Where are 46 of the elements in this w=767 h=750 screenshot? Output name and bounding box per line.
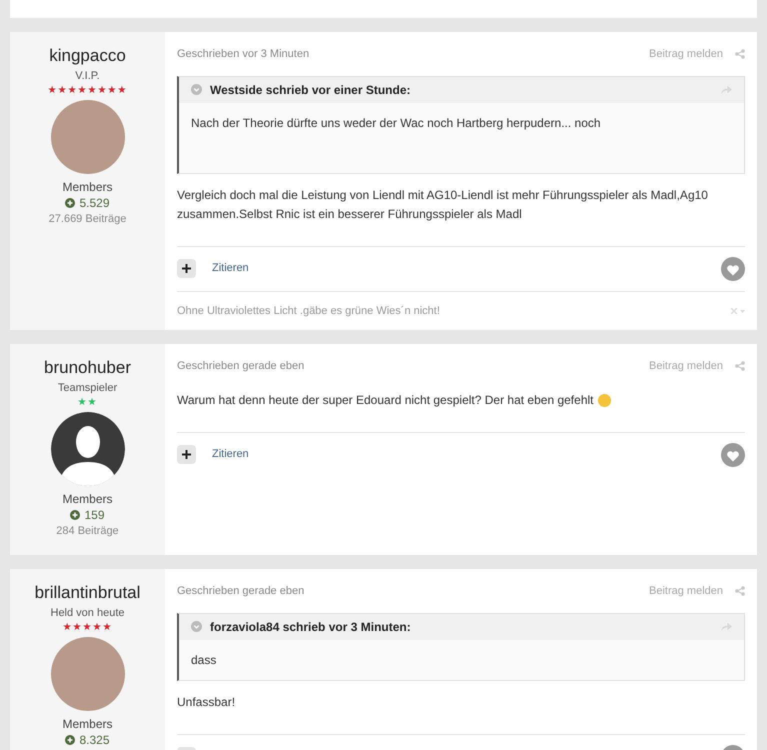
collapse-icon[interactable] xyxy=(191,621,202,632)
reply-arrow-icon[interactable] xyxy=(721,85,732,94)
plus-circle-icon xyxy=(65,198,76,208)
member-group: Members xyxy=(62,492,112,506)
author-name[interactable]: kingpacco xyxy=(49,44,126,68)
reputation-count: 8.325 xyxy=(79,732,110,748)
rank-stars: ★★★★★ xyxy=(62,622,112,632)
author-name[interactable]: brunohuber xyxy=(44,356,131,380)
quote-text: dass xyxy=(190,652,218,668)
author-rank: V.I.P. xyxy=(75,69,100,84)
rank-stars: ★★ xyxy=(78,396,98,408)
author-rank: Teamspieler xyxy=(58,381,118,396)
signature-text: Ohne Ultraviolettes Licht .gäbe es grüne Wies´n nicht! xyxy=(177,304,440,318)
quote-button[interactable]: Zitieren xyxy=(212,446,249,463)
author-name[interactable]: brillantinbrutal xyxy=(34,581,140,605)
plus-circle-icon xyxy=(65,734,76,744)
reply-arrow-icon[interactable] xyxy=(721,622,732,631)
post-timestamp: Geschrieben gerade eben xyxy=(177,359,304,374)
author-rank: Held von heute xyxy=(50,606,124,621)
share-icon[interactable] xyxy=(735,49,745,60)
post-body: Vergleich doch mal die Leistung von Liendl mit AG10-Liendl ist mehr Führungsspieler als Madl,Ag10 zusammen.Selbst Rnic ist ein besserer Führungsspieler als Madl xyxy=(177,186,709,222)
quote-header: forzaviola84 schrieb vor 3 Minuten: xyxy=(210,618,411,634)
reputation-count: 5.529 xyxy=(79,194,110,210)
multiquote-plus-button[interactable] xyxy=(177,445,196,464)
plus-icon xyxy=(182,264,191,273)
quote-button[interactable]: Zitieren xyxy=(212,260,249,277)
post-count: 27.669 Beiträge xyxy=(48,212,126,226)
close-icon[interactable] xyxy=(731,308,745,314)
plus-circle-icon xyxy=(70,510,80,520)
post-timestamp: Geschrieben gerade eben xyxy=(177,584,304,599)
plus-icon xyxy=(182,450,191,459)
post-body: Unfassbar! xyxy=(177,694,236,710)
member-group: Members xyxy=(62,716,112,732)
reputation-count: 159 xyxy=(84,506,105,522)
multiquote-plus-button[interactable] xyxy=(177,259,196,278)
share-icon[interactable] xyxy=(735,361,745,372)
post-timestamp: Geschrieben vor 3 Minuten xyxy=(177,47,310,62)
quote-header: Westside schrieb vor einer Stunde: xyxy=(210,82,411,98)
post-body: Warum hat denn heute der super Edouard nicht gespielt? Der hat eben gefehlt xyxy=(177,390,745,410)
member-group: Members xyxy=(62,180,112,194)
quote-text: Nach der Theorie dürfte uns weder der Wac noch Hartberg herpudern... noch xyxy=(190,114,602,132)
collapse-icon[interactable] xyxy=(191,84,202,95)
rank-stars: ★★★★★★★★ xyxy=(48,84,128,96)
avatar-silhouette-icon xyxy=(50,412,124,486)
share-icon[interactable] xyxy=(735,586,745,596)
post-count: 284 Beiträge xyxy=(56,524,119,538)
